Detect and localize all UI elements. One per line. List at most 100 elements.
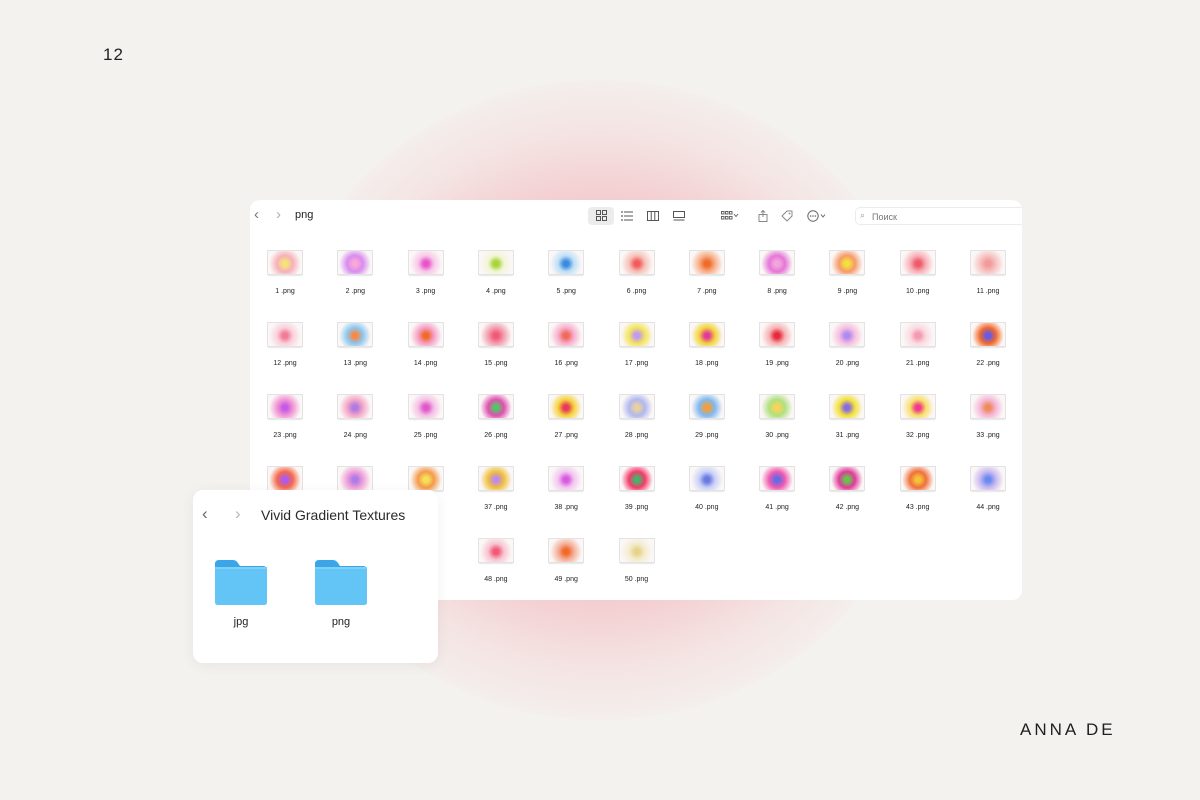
file-label: 19 .png	[765, 360, 789, 367]
thumbnail-image	[267, 394, 303, 419]
folder-jpg[interactable]: jpg	[195, 558, 275, 648]
file-item[interactable]: 9 .png	[812, 240, 882, 300]
thumbnail-image	[899, 466, 936, 491]
gallery-view-button[interactable]	[666, 207, 692, 225]
thumbnail-image	[970, 322, 1006, 347]
file-label: 32 .png	[906, 432, 930, 439]
more-actions-button[interactable]	[803, 207, 831, 225]
file-item[interactable]: 22 .png	[953, 312, 1022, 372]
thumbnail-image	[899, 322, 936, 347]
share-button[interactable]	[750, 207, 776, 225]
file-item[interactable]: 11 .png	[953, 240, 1022, 300]
file-label: 41 .png	[765, 504, 789, 511]
file-item[interactable]: 40 .png	[672, 456, 742, 516]
thumbnail-image	[829, 322, 866, 347]
file-item[interactable]: 32 .png	[883, 384, 953, 444]
back-arrow-icon[interactable]: ‹	[202, 504, 208, 524]
search-field[interactable]: ⌕	[855, 207, 1022, 225]
thumbnail-image	[899, 394, 936, 419]
thumbnail-image	[759, 250, 796, 275]
file-item[interactable]: 44 .png	[953, 456, 1022, 516]
thumbnail-image	[548, 250, 585, 275]
file-item[interactable]: 24 .png	[320, 384, 390, 444]
file-item[interactable]: 5 .png	[531, 240, 601, 300]
thumbnail-image	[407, 322, 444, 347]
group-by-button[interactable]	[716, 207, 744, 225]
thumbnail-image	[548, 538, 585, 563]
file-item[interactable]: 29 .png	[672, 384, 742, 444]
file-item[interactable]: 15 .png	[461, 312, 531, 372]
thumbnail-image	[407, 466, 444, 491]
file-item[interactable]: 7 .png	[672, 240, 742, 300]
search-input[interactable]	[872, 210, 1012, 223]
file-label: 8 .png	[767, 288, 787, 295]
list-view-button[interactable]	[614, 207, 640, 225]
thumbnail-image	[688, 466, 725, 491]
file-item[interactable]: 16 .png	[531, 312, 601, 372]
file-item[interactable]: 37 .png	[461, 456, 531, 516]
thumbnail-image	[688, 394, 725, 419]
file-label: 20 .png	[835, 360, 860, 367]
file-item[interactable]: 14 .png	[391, 312, 461, 372]
file-item[interactable]: 2 .png	[320, 240, 390, 300]
forward-arrow-icon[interactable]: ›	[276, 207, 281, 223]
columns-icon	[647, 211, 659, 221]
finder-window-vivid-gradient-textures: ‹ › Vivid Gradient Textures jpg png	[193, 490, 438, 663]
file-item[interactable]: 4 .png	[461, 240, 531, 300]
list-icon	[621, 211, 633, 221]
file-item[interactable]: 50 .png	[602, 528, 672, 588]
brand-name: ANNA DE	[1020, 720, 1116, 739]
file-label: 27 .png	[554, 432, 578, 439]
file-label: 23 .png	[273, 432, 297, 439]
file-item[interactable]: 25 .png	[391, 384, 461, 444]
file-label: 26 .png	[484, 432, 508, 439]
thumbnail-image	[970, 466, 1006, 491]
file-item[interactable]: 17 .png	[602, 312, 672, 372]
file-item[interactable]: 21 .png	[883, 312, 953, 372]
file-item[interactable]: 30 .png	[742, 384, 812, 444]
thumbnail-image	[337, 394, 374, 419]
file-label: 24 .png	[343, 432, 367, 439]
file-item[interactable]: 38 .png	[531, 456, 601, 516]
folder-label: png	[331, 616, 351, 628]
thumbnail-image	[548, 394, 585, 419]
back-arrow-icon[interactable]: ‹	[254, 207, 259, 223]
file-item[interactable]: 48 .png	[461, 528, 531, 588]
file-item[interactable]: 18 .png	[672, 312, 742, 372]
thumbnail-image	[548, 466, 585, 491]
file-item[interactable]: 49 .png	[531, 528, 601, 588]
file-label: 38 .png	[554, 504, 578, 511]
file-item[interactable]: 23 .png	[250, 384, 320, 444]
thumbnail-image	[618, 250, 655, 275]
file-item[interactable]: 28 .png	[602, 384, 672, 444]
file-item[interactable]: 19 .png	[742, 312, 812, 372]
window-title: png	[295, 209, 314, 221]
file-item[interactable]: 42 .png	[812, 456, 882, 516]
tag-icon	[781, 210, 793, 222]
file-item[interactable]: 6 .png	[602, 240, 672, 300]
file-item[interactable]: 33 .png	[953, 384, 1022, 444]
icon-view-button[interactable]	[588, 207, 614, 225]
file-item[interactable]: 10 .png	[883, 240, 953, 300]
file-item[interactable]: 31 .png	[812, 384, 882, 444]
file-item[interactable]: 3 .png	[391, 240, 461, 300]
thumbnail-image	[970, 394, 1006, 419]
file-label: 40 .png	[695, 504, 719, 511]
file-item[interactable]: 8 .png	[742, 240, 812, 300]
forward-arrow-icon[interactable]: ›	[235, 504, 241, 524]
tag-button[interactable]	[774, 207, 800, 225]
file-item[interactable]: 39 .png	[602, 456, 672, 516]
file-item[interactable]: 20 .png	[812, 312, 882, 372]
file-item[interactable]: 27 .png	[531, 384, 601, 444]
file-label: 6 .png	[626, 288, 647, 295]
file-item[interactable]: 26 .png	[461, 384, 531, 444]
thumbnail-image	[477, 394, 514, 419]
thumbnail-image	[267, 250, 303, 275]
file-item[interactable]: 43 .png	[883, 456, 953, 516]
folder-png[interactable]: png	[295, 558, 375, 648]
file-item[interactable]: 1 .png	[250, 240, 320, 300]
file-item[interactable]: 41 .png	[742, 456, 812, 516]
file-item[interactable]: 13 .png	[320, 312, 390, 372]
column-view-button[interactable]	[640, 207, 666, 225]
file-item[interactable]: 12 .png	[250, 312, 320, 372]
